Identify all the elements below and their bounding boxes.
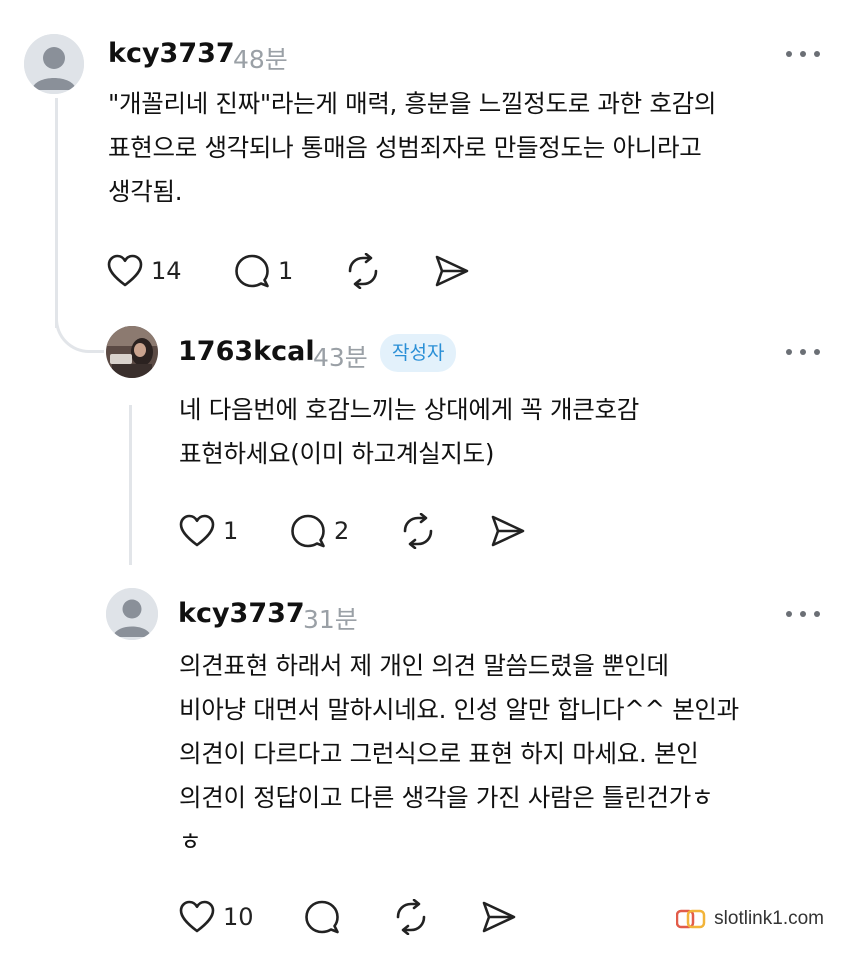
comment-bubble-icon bbox=[291, 514, 325, 548]
like-count: 14 bbox=[151, 257, 182, 285]
profile-photo-icon bbox=[106, 326, 158, 378]
default-user-icon bbox=[24, 34, 84, 94]
like-count: 10 bbox=[223, 903, 254, 931]
reply-button[interactable]: 2 bbox=[290, 512, 349, 550]
watermark-logo-icon bbox=[676, 909, 706, 929]
comment-text: "개꼴리네 진짜"라는게 매력, 흥분을 느낄정도로 과한 호감의 표현으로 생… bbox=[108, 89, 717, 206]
repost-button[interactable] bbox=[399, 512, 437, 550]
comment-bubble-icon bbox=[235, 254, 269, 288]
watermark: slotlink1.com bbox=[676, 908, 824, 930]
watermark-text: slotlink1.com bbox=[714, 908, 824, 929]
like-button[interactable]: 10 bbox=[179, 898, 254, 936]
more-options-button[interactable] bbox=[786, 48, 822, 60]
more-dots-icon bbox=[786, 349, 792, 355]
more-options-button[interactable] bbox=[786, 608, 822, 620]
repost-icon bbox=[396, 899, 426, 935]
like-button[interactable]: 14 bbox=[107, 252, 182, 290]
like-count: 1 bbox=[223, 517, 239, 545]
comment-text: 의견표현 하래서 제 개인 의견 말씀드렸을 뿐인데 비아냥 대면서 말하시네요… bbox=[179, 651, 739, 856]
timestamp: 43분 bbox=[313, 343, 368, 372]
repost-icon bbox=[348, 253, 378, 289]
share-button[interactable] bbox=[433, 252, 471, 290]
repost-icon bbox=[403, 513, 433, 549]
thread-line-reply bbox=[129, 405, 132, 565]
comment-bubble-icon bbox=[305, 900, 339, 934]
more-dots-icon bbox=[786, 51, 792, 57]
username[interactable]: 1763kcal bbox=[178, 336, 315, 367]
default-user-icon bbox=[106, 588, 158, 640]
avatar[interactable] bbox=[24, 34, 84, 94]
share-button[interactable] bbox=[480, 898, 518, 936]
heart-icon bbox=[179, 900, 215, 933]
timestamp: 48분 bbox=[233, 45, 288, 74]
comment-text: 네 다음번에 호감느끼는 상대에게 꼭 개큰호감 표현하세요(이미 하고계실지도… bbox=[179, 395, 639, 468]
send-icon bbox=[482, 901, 516, 933]
timestamp: 31분 bbox=[303, 605, 358, 634]
reply-button[interactable] bbox=[304, 898, 340, 936]
share-button[interactable] bbox=[489, 512, 527, 550]
like-button[interactable]: 1 bbox=[179, 512, 238, 550]
send-icon bbox=[435, 255, 469, 287]
username[interactable]: kcy3737 bbox=[108, 38, 235, 69]
reply-count: 1 bbox=[278, 257, 294, 285]
thread-line-curve bbox=[55, 300, 104, 353]
send-icon bbox=[491, 515, 525, 547]
reply-count: 2 bbox=[334, 517, 350, 545]
username[interactable]: kcy3737 bbox=[178, 598, 305, 629]
repost-button[interactable] bbox=[392, 898, 430, 936]
more-dots-icon bbox=[786, 611, 792, 617]
avatar[interactable] bbox=[106, 588, 158, 640]
author-badge: 작성자 bbox=[380, 334, 457, 372]
more-options-button[interactable] bbox=[786, 346, 822, 358]
repost-button[interactable] bbox=[344, 252, 382, 290]
thread-line-main bbox=[55, 98, 58, 328]
heart-icon bbox=[179, 514, 215, 547]
avatar[interactable] bbox=[106, 326, 158, 378]
heart-icon bbox=[107, 254, 143, 287]
reply-button[interactable]: 1 bbox=[234, 252, 293, 290]
